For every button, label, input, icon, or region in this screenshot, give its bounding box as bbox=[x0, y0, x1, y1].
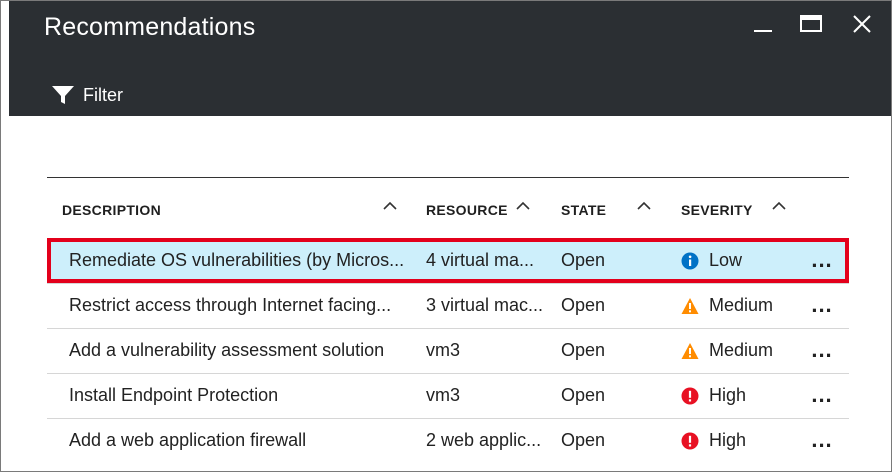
blade-title: Recommendations bbox=[44, 13, 256, 41]
info-icon bbox=[681, 252, 699, 269]
column-header-resource: RESOURCE bbox=[426, 202, 508, 218]
maximize-icon bbox=[800, 15, 822, 32]
severity-label: Medium bbox=[709, 340, 774, 360]
more-options-button[interactable]: ... bbox=[807, 427, 837, 453]
row-severity: Medium bbox=[681, 295, 811, 316]
row-resource: vm3 bbox=[426, 385, 461, 405]
table-row[interactable]: Add a web application firewall 2 web app… bbox=[47, 418, 849, 463]
column-header-severity: SEVERITY bbox=[681, 202, 753, 218]
minimize-icon bbox=[754, 30, 772, 32]
sort-state-button[interactable] bbox=[636, 198, 652, 214]
severity-label: High bbox=[709, 385, 747, 405]
sort-description-button[interactable] bbox=[382, 198, 398, 214]
chevron-up-icon bbox=[383, 201, 397, 210]
more-options-button[interactable]: ... bbox=[807, 292, 837, 318]
row-state: Open bbox=[561, 250, 606, 270]
filter-icon bbox=[52, 86, 74, 104]
row-severity: Low bbox=[681, 250, 811, 271]
row-state: Open bbox=[561, 340, 606, 360]
row-resource: 3 virtual mac... bbox=[426, 295, 544, 315]
row-description: Add a web application firewall bbox=[69, 430, 307, 450]
column-header-state: STATE bbox=[561, 202, 607, 218]
filter-button[interactable]: Filter bbox=[51, 81, 123, 109]
row-state: Open bbox=[561, 430, 606, 450]
warning-icon bbox=[681, 342, 699, 359]
row-state: Open bbox=[561, 385, 606, 405]
severity-label: High bbox=[709, 430, 747, 450]
chevron-up-icon bbox=[772, 201, 786, 210]
more-options-button[interactable]: ... bbox=[807, 337, 837, 363]
row-description: Add a vulnerability assessment solution bbox=[69, 340, 385, 360]
row-state: Open bbox=[561, 295, 606, 315]
sort-severity-button[interactable] bbox=[771, 198, 787, 214]
recommendations-grid: DESCRIPTION RESOURCE STATE SEVERITY Reme… bbox=[47, 177, 849, 463]
minimize-button[interactable] bbox=[747, 11, 781, 45]
close-icon bbox=[853, 15, 871, 33]
column-header-description: DESCRIPTION bbox=[62, 202, 161, 218]
table-row[interactable]: Remediate OS vulnerabilities (by Micros.… bbox=[47, 238, 849, 283]
grid-header-row: DESCRIPTION RESOURCE STATE SEVERITY bbox=[47, 177, 849, 238]
table-row[interactable]: Restrict access through Internet facing.… bbox=[47, 283, 849, 328]
row-resource: vm3 bbox=[426, 340, 461, 360]
row-resource: 4 virtual ma... bbox=[426, 250, 535, 270]
more-options-button[interactable]: ... bbox=[807, 247, 837, 273]
row-description: Restrict access through Internet facing.… bbox=[69, 295, 392, 315]
filter-label: Filter bbox=[83, 84, 123, 105]
table-row[interactable]: Add a vulnerability assessment solution … bbox=[47, 328, 849, 373]
row-severity: High bbox=[681, 385, 811, 406]
chevron-up-icon bbox=[516, 201, 530, 210]
table-row[interactable]: Install Endpoint Protection vm3 Open Hig… bbox=[47, 373, 849, 418]
maximize-button[interactable] bbox=[796, 11, 830, 45]
row-description: Install Endpoint Protection bbox=[69, 385, 279, 405]
blade-header: Recommendations Filter bbox=[9, 1, 891, 116]
warning-icon bbox=[681, 297, 699, 314]
error-icon bbox=[681, 432, 699, 449]
more-options-button[interactable]: ... bbox=[807, 382, 837, 408]
chevron-up-icon bbox=[637, 201, 651, 210]
sort-resource-button[interactable] bbox=[515, 198, 531, 214]
row-severity: Medium bbox=[681, 340, 811, 361]
row-severity: High bbox=[681, 430, 811, 451]
row-resource: 2 web applic... bbox=[426, 430, 542, 450]
error-icon bbox=[681, 387, 699, 404]
severity-label: Medium bbox=[709, 295, 774, 315]
recommendations-blade: Recommendations Filter DESCRIPTION RESOU… bbox=[0, 0, 892, 472]
row-description: Remediate OS vulnerabilities (by Micros.… bbox=[69, 250, 405, 270]
blade-left-edge bbox=[1, 1, 9, 471]
severity-label: Low bbox=[709, 250, 743, 270]
close-button[interactable] bbox=[846, 11, 880, 45]
